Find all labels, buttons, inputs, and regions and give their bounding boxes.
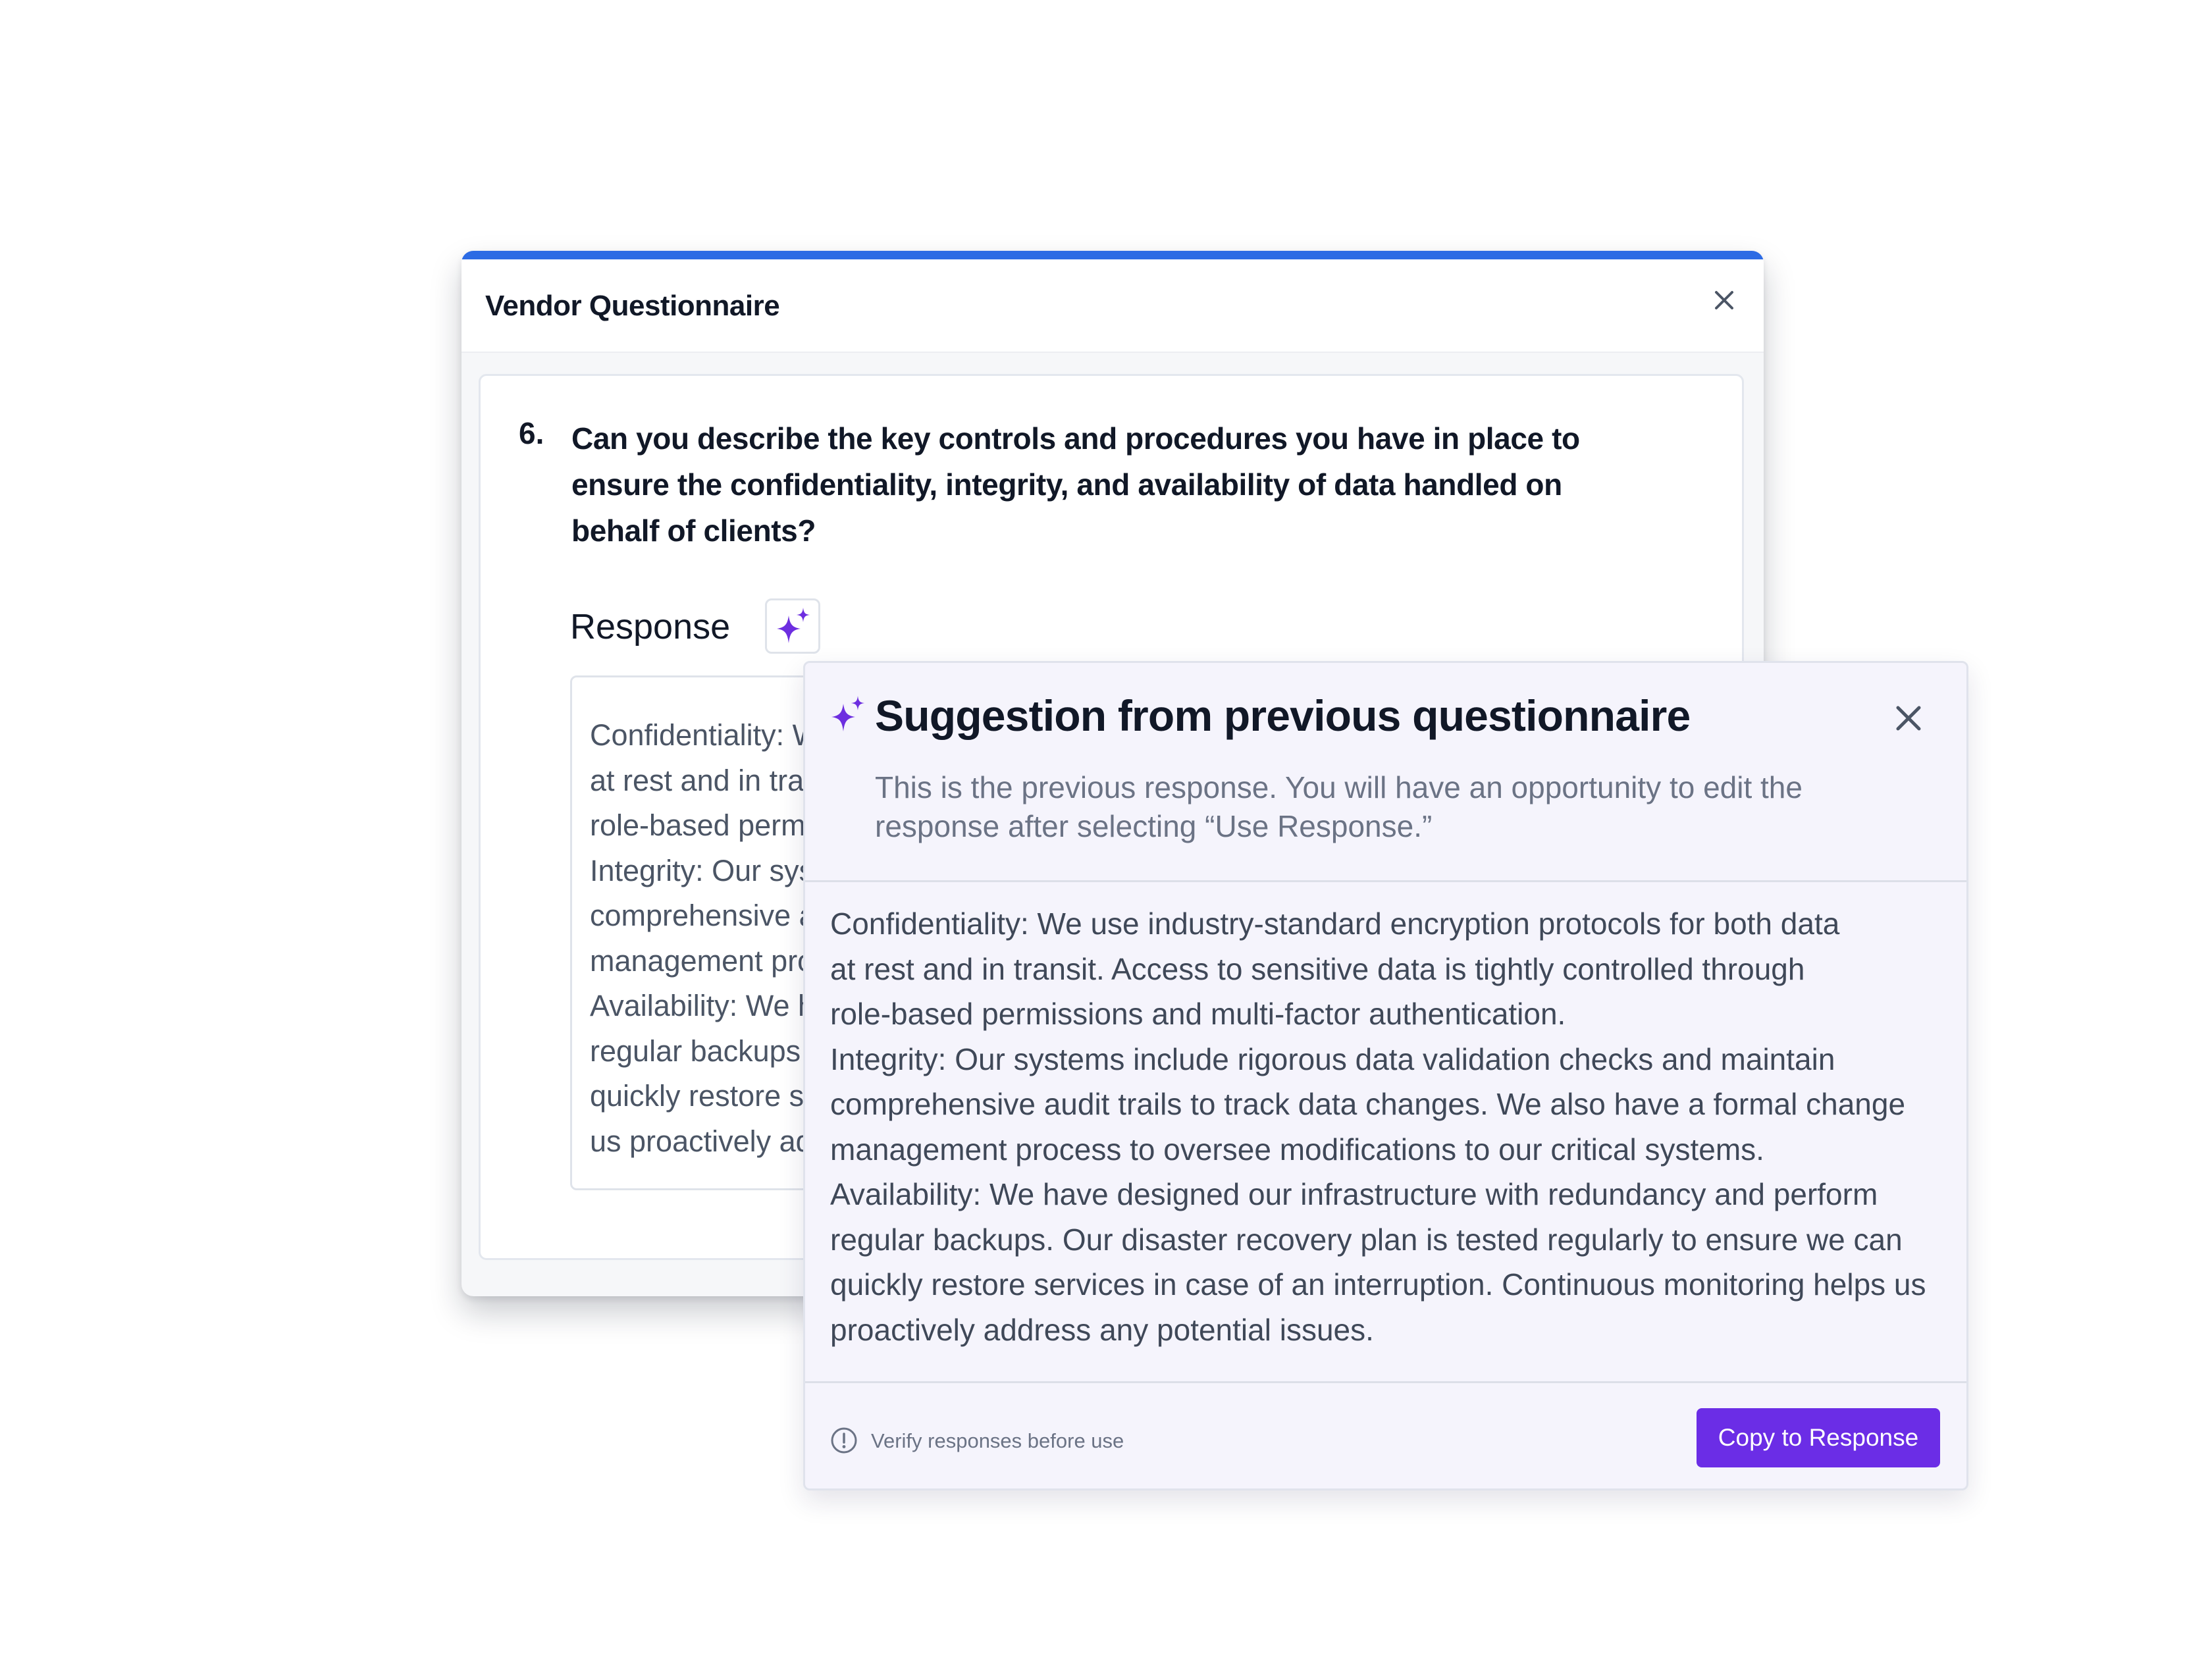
suggestion-line: Integrity: Our systems include rigorous … bbox=[830, 1041, 1835, 1076]
suggestion-line: proactively address any potential issues… bbox=[830, 1312, 1374, 1347]
close-icon[interactable] bbox=[1891, 701, 1926, 735]
suggestion-line: at rest and in transit. Access to sensit… bbox=[830, 951, 1805, 986]
close-icon[interactable] bbox=[1710, 286, 1739, 315]
suggestion-line: regular backups. Our disaster recovery p… bbox=[830, 1222, 1903, 1257]
copy-to-response-button[interactable]: Copy to Response bbox=[1697, 1408, 1940, 1467]
question-line: ensure the confidentiality, integrity, a… bbox=[571, 467, 1562, 502]
question-text: Can you describe the key controls and pr… bbox=[571, 415, 1598, 554]
verify-note: Verify responses before use bbox=[871, 1429, 1124, 1452]
suggestion-title: Suggestion from previous questionnaire bbox=[875, 691, 1691, 740]
suggestion-popover: Suggestion from previous questionnaire T… bbox=[803, 661, 1968, 1490]
question-number: 6. bbox=[519, 416, 544, 450]
suggestion-line: Availability: We have designed our infra… bbox=[830, 1177, 1878, 1211]
suggestion-body: Confidentiality: We use industry-standar… bbox=[830, 901, 1949, 1352]
question-line: Can you describe the key controls and pr… bbox=[571, 421, 1580, 456]
subtitle-line: This is the previous response. You will … bbox=[875, 770, 1803, 804]
alert-circle-icon bbox=[831, 1427, 857, 1454]
subtitle-line: response after selecting “Use Response.” bbox=[875, 809, 1433, 843]
ai-suggest-button[interactable] bbox=[765, 598, 820, 654]
sparkles-icon bbox=[831, 696, 864, 731]
response-label: Response bbox=[570, 607, 731, 646]
divider bbox=[805, 880, 1966, 882]
suggestion-line: management process to oversee modificati… bbox=[830, 1132, 1764, 1167]
suggestion-line: role-based permissions and multi-factor … bbox=[830, 997, 1566, 1031]
window-header: Vendor Questionnaire bbox=[461, 259, 1764, 353]
suggestion-subtitle: This is the previous response. You will … bbox=[875, 768, 1836, 846]
sparkles-icon bbox=[777, 608, 810, 643]
suggestion-line: quickly restore services in case of an i… bbox=[830, 1267, 1926, 1302]
window-title: Vendor Questionnaire bbox=[485, 290, 780, 322]
window-accent-bar bbox=[461, 251, 1764, 259]
suggestion-line: Confidentiality: We use industry-standar… bbox=[830, 907, 1840, 941]
divider bbox=[805, 1381, 1966, 1383]
suggestion-line: comprehensive audit trails to track data… bbox=[830, 1087, 1906, 1121]
question-line: behalf of clients? bbox=[571, 514, 816, 548]
